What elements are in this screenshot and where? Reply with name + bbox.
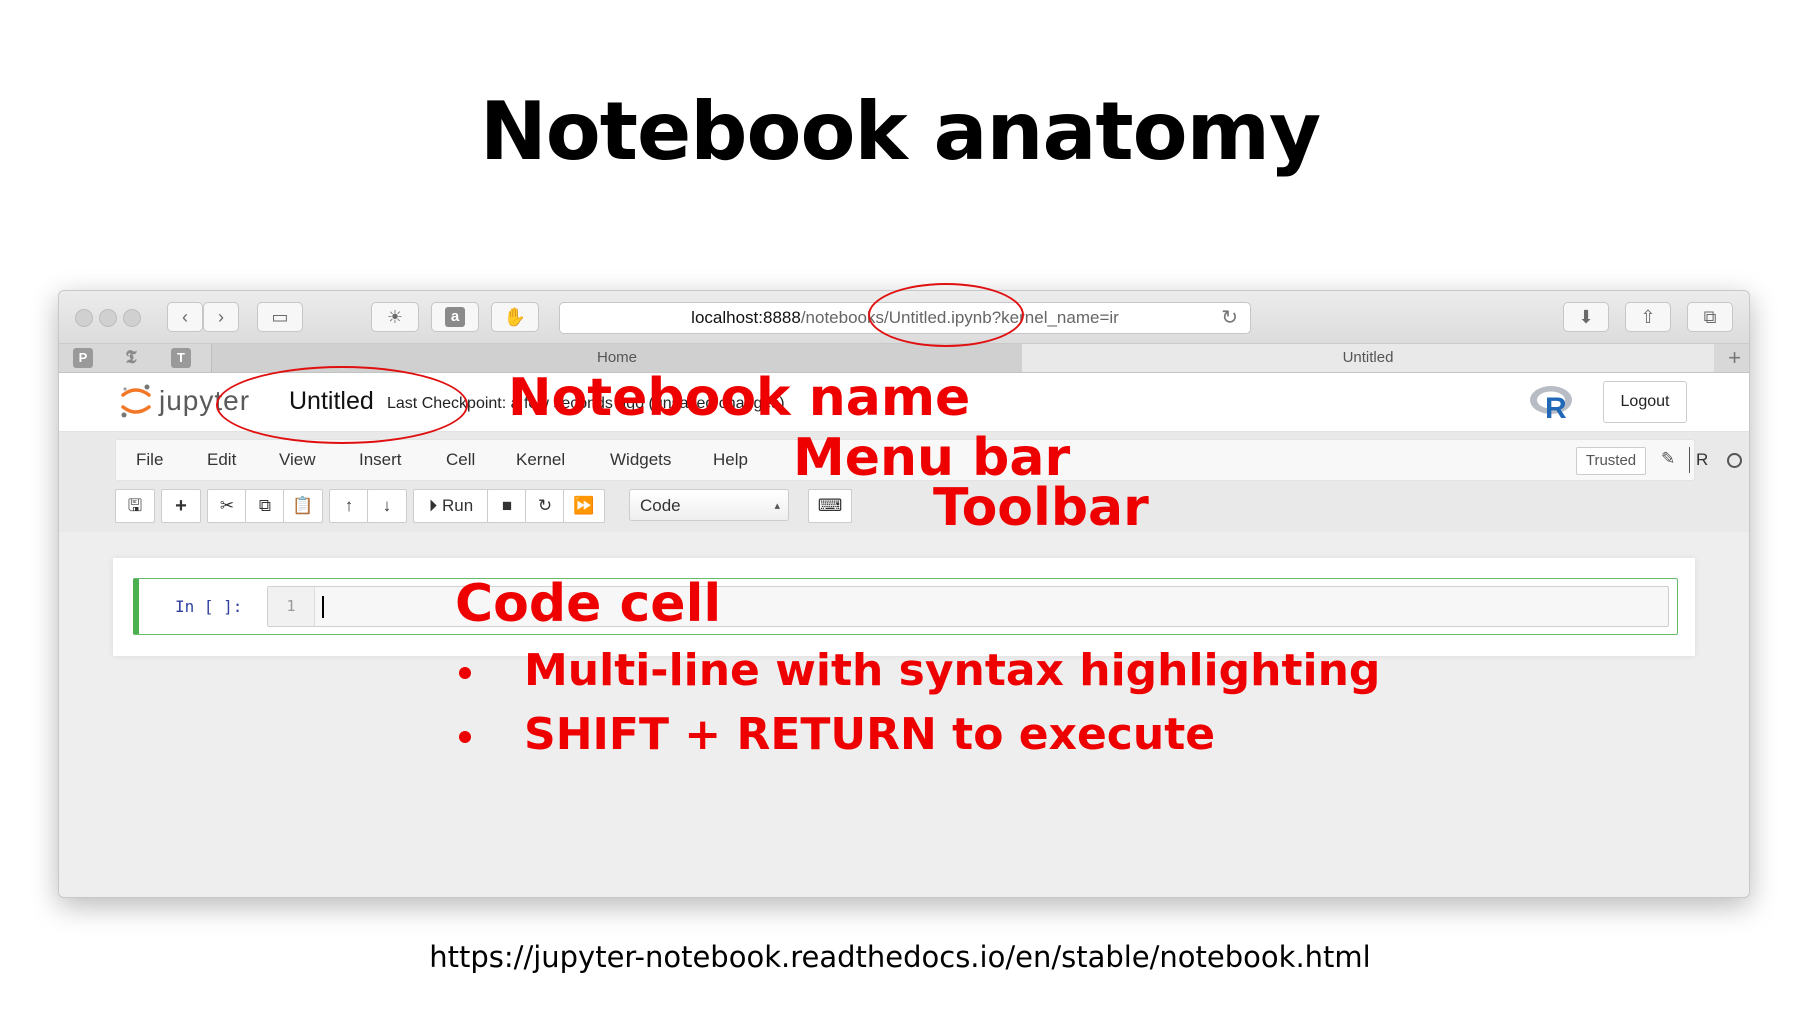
code-cell[interactable]: In [ ]: 1 — [133, 578, 1678, 635]
run-label: Run — [442, 496, 474, 515]
logout-button[interactable]: Logout — [1603, 381, 1687, 423]
favorite-t[interactable]: T — [171, 348, 191, 368]
url-highlight-ellipse — [868, 283, 1024, 347]
jupyter-logo-icon[interactable] — [119, 381, 153, 421]
menu-file[interactable]: File — [136, 450, 163, 470]
close-window-button[interactable] — [75, 309, 93, 327]
downloads-button[interactable]: ⬇ — [1563, 302, 1609, 332]
command-palette-button[interactable]: ⌨ — [808, 489, 852, 523]
keyboard-icon: ⌨ — [817, 496, 843, 515]
menu-insert[interactable]: Insert — [359, 450, 402, 470]
restart-run-all-button[interactable]: ⏩ — [563, 489, 605, 523]
input-prompt: In [ ]: — [175, 597, 243, 616]
extension-button-amazon[interactable]: a — [431, 302, 479, 332]
step-forward-icon: ⏵ — [428, 496, 438, 515]
r-kernel-logo-icon: R — [1530, 386, 1572, 422]
share-button[interactable]: ⇧ — [1625, 302, 1671, 332]
source-url: https://jupyter-notebook.readthedocs.io/… — [429, 940, 1371, 974]
notebook-toolbar: 🖫 + ✂ ⧉ 📋 ↑ ↓ ⏵ Run ■ ↻ ⏩ Code ▴▾ ⌨ — [115, 489, 1695, 544]
pencil-icon[interactable]: ✎ — [1661, 449, 1675, 469]
back-button[interactable]: ‹ — [167, 302, 203, 332]
line-number: 1 — [268, 587, 315, 626]
chevron-right-icon: › — [218, 307, 224, 327]
maximize-window-button[interactable] — [123, 309, 141, 327]
bullet-dot — [459, 667, 471, 679]
annotation-code-cell: Code cell — [455, 574, 722, 634]
text-cursor — [322, 596, 324, 618]
tabs-icon: ⧉ — [1703, 307, 1717, 327]
menu-cell[interactable]: Cell — [446, 450, 475, 470]
minimize-window-button[interactable] — [99, 309, 117, 327]
stop-icon: ■ — [501, 496, 513, 515]
chevron-left-icon: ‹ — [182, 307, 188, 327]
slide-title: Notebook anatomy — [479, 85, 1321, 178]
reload-icon[interactable]: ↻ — [1221, 303, 1238, 333]
cell-type-value: Code — [640, 496, 681, 515]
copy-icon: ⧉ — [258, 496, 272, 515]
run-button[interactable]: ⏵ Run — [413, 489, 489, 523]
kernel-status-icon — [1727, 453, 1742, 468]
cell-type-select[interactable]: Code ▴▾ — [629, 489, 789, 544]
menu-view[interactable]: View — [279, 450, 316, 470]
forward-button[interactable]: › — [203, 302, 239, 332]
favorite-p[interactable]: P — [73, 348, 93, 368]
annotation-bullet-1: Multi-line with syntax highlighting — [524, 645, 1381, 696]
tabs-overview-button[interactable]: ⧉ — [1687, 302, 1733, 332]
save-icon: 🖫 — [127, 496, 143, 515]
tab-untitled[interactable]: Untitled — [1022, 344, 1714, 372]
menu-widgets[interactable]: Widgets — [610, 450, 671, 470]
copy-button[interactable]: ⧉ — [245, 489, 285, 523]
interrupt-button[interactable]: ■ — [487, 489, 527, 523]
annotation-notebook-name: Notebook name — [508, 368, 971, 428]
download-icon: ⬇ — [1578, 307, 1594, 327]
trusted-indicator[interactable]: Trusted — [1576, 447, 1646, 475]
menu-edit[interactable]: Edit — [207, 450, 236, 470]
kernel-name: R — [1689, 447, 1708, 473]
bullet-dot — [459, 731, 471, 743]
sun-icon: ☀ — [386, 307, 404, 327]
fast-forward-icon: ⏩ — [573, 496, 595, 515]
insert-cell-button[interactable]: + — [161, 489, 201, 523]
restart-button[interactable]: ↻ — [525, 489, 565, 523]
extension-button-evernote[interactable]: ✋ — [491, 302, 539, 332]
cut-button[interactable]: ✂ — [207, 489, 247, 523]
sidebar-icon: ▭ — [271, 307, 289, 327]
annotation-bullet-2: SHIFT + RETURN to execute — [524, 709, 1216, 760]
paste-button[interactable]: 📋 — [283, 489, 323, 523]
arrow-down-icon: ↓ — [382, 496, 392, 515]
plus-icon: + — [175, 495, 187, 517]
amazon-icon: a — [445, 307, 465, 327]
nytimes-icon[interactable]: 𝕿 — [121, 348, 141, 368]
move-up-button[interactable]: ↑ — [329, 489, 369, 523]
save-button[interactable]: 🖫 — [115, 489, 155, 523]
share-icon: ⇧ — [1640, 307, 1656, 327]
menu-kernel[interactable]: Kernel — [516, 450, 565, 470]
sidebar-button[interactable]: ▭ — [257, 302, 303, 332]
annotation-toolbar: Toolbar — [933, 478, 1149, 538]
paste-icon: 📋 — [292, 496, 314, 515]
restart-icon: ↻ — [537, 496, 553, 515]
extension-button-brightness[interactable]: ☀ — [371, 302, 419, 332]
arrow-up-icon: ↑ — [344, 496, 354, 515]
notebook-name-highlight-ellipse — [216, 366, 468, 444]
menu-help[interactable]: Help — [713, 450, 748, 470]
new-tab-icon[interactable]: + — [1728, 344, 1741, 372]
elephant-icon: ✋ — [503, 307, 527, 327]
notebook-container: In [ ]: 1 — [113, 558, 1695, 656]
url-host: localhost:8888 — [691, 308, 801, 327]
r-letter: R — [1545, 392, 1567, 422]
scissors-icon: ✂ — [219, 496, 235, 515]
move-down-button[interactable]: ↓ — [367, 489, 407, 523]
